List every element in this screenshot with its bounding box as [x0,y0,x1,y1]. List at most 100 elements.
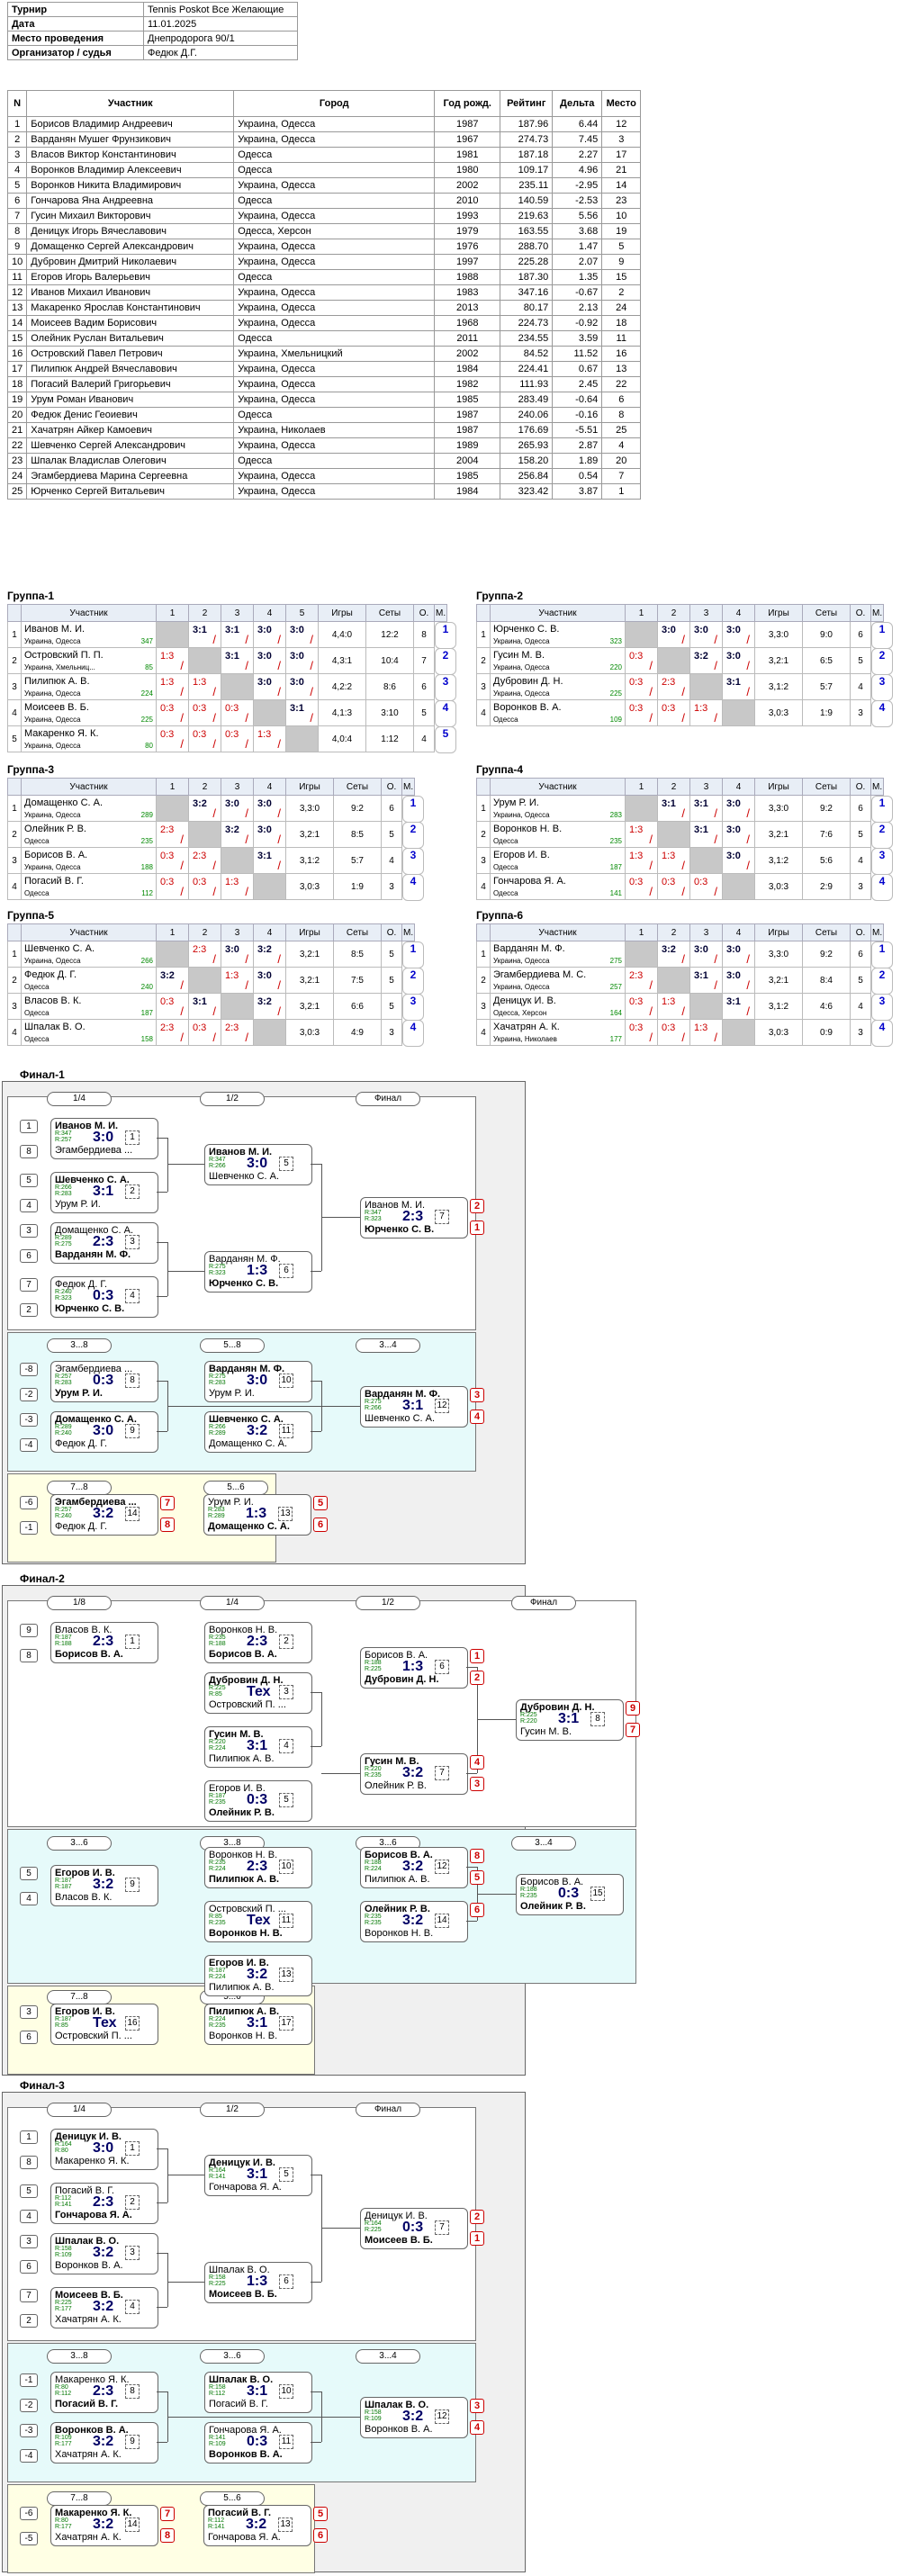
match-box[interactable]: Эгамбердиева ... R:257 R:240 Федюк Д. Г. 3:2… [50,1494,158,1536]
group-row[interactable]: 3 Деницук И. В. Одесса, Херсон 164 0:3/1:3/3… [476,993,893,1021]
match-box[interactable]: Макаренко Я. К. R:80 R:112 Погасий В. Г. 2:3… [50,2372,158,2413]
match-box[interactable]: Гусин М. В. R:220 R:224 Пилипюк А. В. 3:1 4 [204,1726,312,1768]
participant-row[interactable]: 2 Варданян Мушег Фрунзикович Украина, Одес… [6,131,642,148]
match-box[interactable]: Егоров И. В. R:187 R:85 Островский П. ... Те… [50,2004,158,2045]
participant-row[interactable]: 17 Пилипюк Андрей Вячеславович Украина, Од… [6,361,642,377]
participant-row[interactable]: 24 Эгамбердиева Марина Сергеевна Украина, … [6,468,642,484]
match-box[interactable]: Деницук И. В. R:164 R:80 Макаренко Я. К. 3:0… [50,2129,158,2170]
match-box[interactable]: Домащенко С. А. R:289 R:275 Варданян М. Ф. 2… [50,1222,158,1264]
match-box[interactable]: Шевченко С. А. R:266 R:289 Домащенко С. А. 3… [204,1411,312,1453]
match-box[interactable]: Островский П. ... R:85 R:235 Воронков Н. В.… [204,1901,312,1942]
group-row[interactable]: 1 Шевченко С. А. Украина, Одесса 266 2:3/3:0… [7,941,424,968]
match-box[interactable]: Воронков Н. В. R:235 R:224 Пилипюк А. В. 2:3… [204,1847,312,1888]
match-box[interactable]: Гусин М. В. R:220 R:235 Олейник Р. В. 3:2 7 [360,1753,468,1795]
group-row[interactable]: 4 Погасий В. Г. Одесса 112 0:3/0:3/1:3/3,0:3… [7,873,424,901]
match-box[interactable]: Шпалак В. О. R:158 R:225 Моисеев В. Б. 1:3 6 [204,2262,312,2303]
group-row[interactable]: 4 Шпалак В. О. Одесса 158 2:3/0:3/2:3/3,0:3 4… [7,1019,424,1047]
match-box[interactable]: Воронков Н. В. R:235 R:188 Борисов В. А. 2:3… [204,1622,312,1663]
match-box[interactable]: Дубровин Д. Н. R:225 R:220 Гусин М. В. 3:1 8 [516,1699,624,1741]
group-row[interactable]: 3 Дубровин Д. Н. Украина, Одесса 225 0:3/2:3… [476,673,893,701]
match-box[interactable]: Моисеев В. Б. R:225 R:177 Хачатрян А. К. 3:2… [50,2287,158,2328]
match-box[interactable]: Иванов М. И. R:347 R:323 Юрченко С. В. 2:3 7 [360,1197,468,1238]
match-box[interactable]: Егоров И. В. R:187 R:235 Олейник Р. В. 0:3 5 [204,1780,312,1822]
match-box[interactable]: Варданян М. Ф. R:275 R:283 Урум Р. И. 3:0 10 [204,1361,312,1402]
match-box[interactable]: Борисов В. А. R:188 R:235 Олейник Р. В. 0:3 1… [516,1874,624,1915]
group-row[interactable]: 2 Федюк Д. Г. Одесса 240 3:2/1:3/3:0/3,2:1 7:… [7,967,424,995]
participant-row[interactable]: 8 Деницук Игорь Вячеславович Одесса, Херсо… [6,223,642,239]
group-row[interactable]: 2 Воронков Н. В. Одесса 235 1:3/3:1/3:0/3,2:… [476,821,893,849]
participant-row[interactable]: 3 Власов Виктор Константинович Одесса 1981 1… [6,147,642,163]
match-box[interactable]: Шпалак В. О. R:158 R:109 Воронков В. А. 3:2 3 [50,2233,158,2274]
zone-header: 5...8 [200,1338,265,1353]
match-box[interactable]: Пилипюк А. В. R:224 R:235 Воронков Н. В. 3:1… [204,2004,312,2045]
group-row[interactable]: 1 Урум Р. И. Украина, Одесса 283 3:1/3:1/3:0… [476,795,893,823]
match-box[interactable]: Шевченко С. А. R:266 R:283 Урум Р. И. 3:1 2 [50,1172,158,1213]
match-box[interactable]: Иванов М. И. R:347 R:266 Шевченко С. А. 3:0 5 [204,1144,312,1185]
participant-row[interactable]: 22 Шевченко Сергей Александрович Украина, … [6,437,642,454]
match-box[interactable]: Гончарова Я. А. R:141 R:109 Воронков В. А. 0… [204,2422,312,2463]
group-row[interactable]: 3 Пилипюк А. В. Украина, Одесса 224 1:3/1:3/… [7,673,456,701]
participant-row[interactable]: 12 Иванов Михаил Иванович Украина, Одесса 1… [6,284,642,301]
match-box[interactable]: Шпалак В. О. R:158 R:109 Воронков В. А. 3:2 1… [360,2397,468,2438]
match-box[interactable]: Борисов В. А. R:188 R:224 Пилипюк А. В. 3:2 1… [360,1847,468,1888]
participant-row[interactable]: 21 Хачатрян Айкер Камоевич Украина, Никола… [6,422,642,438]
participant-row[interactable]: 18 Погасий Валерий Григорьевич Украина, Од… [6,376,642,392]
group-row[interactable]: 4 Гончарова Я. А. Одесса 141 0:3/0:3/0:3/3,0… [476,873,893,901]
participant-row[interactable]: 11 Егоров Игорь Валерьевич Одесса 1988 187.3… [6,269,642,285]
group-row[interactable]: 1 Домащенко С. А. Украина, Одесса 289 3:2/3:… [7,795,424,823]
group-row[interactable]: 4 Моисеев В. Б. Украина, Одесса 225 0:3/0:3/… [7,699,456,727]
place-marker: 4 [470,1410,484,1424]
match-box[interactable]: Дубровин Д. Н. R:225 R:85 Островский П. ...… [204,1672,312,1714]
match-box[interactable]: Урум Р. И. R:283 R:289 Домащенко С. А. 1:3 13 [203,1494,311,1536]
match-box[interactable]: Иванов М. И. R:347 R:257 Эгамбердиева ... 3:… [50,1118,158,1159]
group-row[interactable]: 5 Макаренко Я. К. Украина, Одесса 80 0:3/0:3… [7,725,456,753]
match-box[interactable]: Погасий В. Г. R:112 R:141 Гончарова Я. А. 3:… [203,2505,311,2546]
group-row[interactable]: 1 Юрченко С. В. Украина, Одесса 323 3:0/3:0/… [476,621,893,649]
group-row[interactable]: 4 Хачатрян А. К. Украина, Николаев 177 0:3/0… [476,1019,893,1047]
match-box[interactable]: Воронков В. А. R:109 R:177 Хачатрян А. К. 3:… [50,2422,158,2463]
group-row[interactable]: 2 Олейник Р. В. Одесса 235 2:3/3:2/3:0/3,2:1… [7,821,424,849]
group-row[interactable]: 3 Власов В. К. Одесса 187 0:3/3:1/3:2/3,2:1 6… [7,993,424,1021]
match-box[interactable]: Макаренко Я. К. R:80 R:177 Хачатрян А. К. 3:… [50,2505,158,2546]
participant-row[interactable]: 4 Воронков Владимир Алексеевич Одесса 1980 1… [6,162,642,178]
group-row[interactable]: 2 Эгамбердиева М. С. Украина, Одесса 257 2:3… [476,967,893,995]
participant-row[interactable]: 9 Домащенко Сергей Александрович Украина, … [6,239,642,255]
participant-row[interactable]: 7 Гусин Михаил Викторович Украина, Одесса 1… [6,208,642,224]
participant-row[interactable]: 20 Федюк Денис Геоиевич Одесса 1987 240.06 -0… [6,407,642,423]
group-row[interactable]: 3 Егоров И. В. Одесса 187 1:3/1:3/3:0/3,1:2 5… [476,847,893,875]
participant-row[interactable]: 10 Дубровин Дмитрий Николаевич Украина, Од… [6,254,642,270]
match-rating2: R:188 [209,1641,226,1647]
participant-row[interactable]: 19 Урум Роман Иванович Украина, Одесса 1985… [6,392,642,408]
participant-row[interactable]: 13 Макаренко Ярослав Константинович Украин… [6,300,642,316]
match-box[interactable]: Шпалак В. О. R:158 R:112 Погасий В. Г. 3:1 10 [204,2372,312,2413]
seed-box: 4 [20,1892,38,1905]
match-box[interactable]: Олейник Р. В. R:235 R:235 Воронков Н. В. 3:2… [360,1901,468,1942]
participant-cell: Одесса, Херсон [233,223,436,239]
participant-row[interactable]: 5 Воронков Никита Владимирович Украина, Од… [6,177,642,194]
participant-row[interactable]: 25 Юрченко Сергей Витальевич Украина, Одес… [6,483,642,500]
group-row[interactable]: 1 Варданян М. Ф. Украина, Одесса 275 3:2/3:0… [476,941,893,968]
participant-row[interactable]: 23 Шпалак Владислав Олегович Одесса 2004 158… [6,453,642,469]
group-row[interactable]: 2 Гусин М. В. Украина, Одесса 220 0:3/3:2/3:… [476,647,893,675]
match-box[interactable]: Домащенко С. А. R:289 R:240 Федюк Д. Г. 3:0 9 [50,1411,158,1453]
match-box[interactable]: Егоров И. В. R:187 R:187 Власов В. К. 3:2 9 [50,1865,158,1906]
group-row[interactable]: 3 Борисов В. А. Украина, Одесса 188 0:3/2:3/… [7,847,424,875]
match-box[interactable]: Деницук И. В. R:164 R:225 Моисеев В. Б. 0:3 7 [360,2208,468,2249]
match-box[interactable]: Федюк Д. Г. R:240 R:323 Юрченко С. В. 0:3 4 [50,1276,158,1318]
match-box[interactable]: Погасий В. Г. R:112 R:141 Гончарова Я. А. 2:… [50,2183,158,2224]
match-box[interactable]: Борисов В. А. R:188 R:225 Дубровин Д. Н. 1:3… [360,1647,468,1689]
match-box[interactable]: Деницук И. В. R:164 R:141 Гончарова Я. А. 3:… [204,2155,312,2196]
match-box[interactable]: Варданян М. Ф. R:275 R:323 Юрченко С. В. 1:3… [204,1251,312,1293]
participant-row[interactable]: 1 Борисов Владимир Андреевич Украина, Одес… [6,116,642,132]
participant-row[interactable]: 14 Моисеев Вадим Борисович Украина, Одесса… [6,315,642,331]
match-box[interactable]: Варданян М. Ф. R:275 R:266 Шевченко С. А. 3:… [360,1386,468,1428]
match-box[interactable]: Эгамбердиева ... R:257 R:283 Урум Р. И. 0:3 8 [50,1361,158,1402]
match-box[interactable]: Власов В. К. R:187 R:188 Борисов В. А. 2:3 1 [50,1622,158,1663]
group-row[interactable]: 4 Воронков В. А. Одесса 109 0:3/0:3/1:3/3,0:… [476,699,893,727]
match-box[interactable]: Егоров И. В. R:187 R:224 Пилипюк А. В. 3:2 13 [204,1955,312,1996]
group-row[interactable]: 2 Островский П. П. Украина, Хмельниц... 85 1… [7,647,456,675]
participant-row[interactable]: 16 Островский Павел Петрович Украина, Хмел… [6,346,642,362]
participant-row[interactable]: 6 Гончарова Яна Андреевна Одесса 2010 140.59… [6,193,642,209]
group-row[interactable]: 1 Иванов М. И. Украина, Одесса 347 3:1/3:1/3… [7,621,456,649]
participant-row[interactable]: 15 Олейник Руслан Витальевич Одесса 2011 234… [6,330,642,347]
